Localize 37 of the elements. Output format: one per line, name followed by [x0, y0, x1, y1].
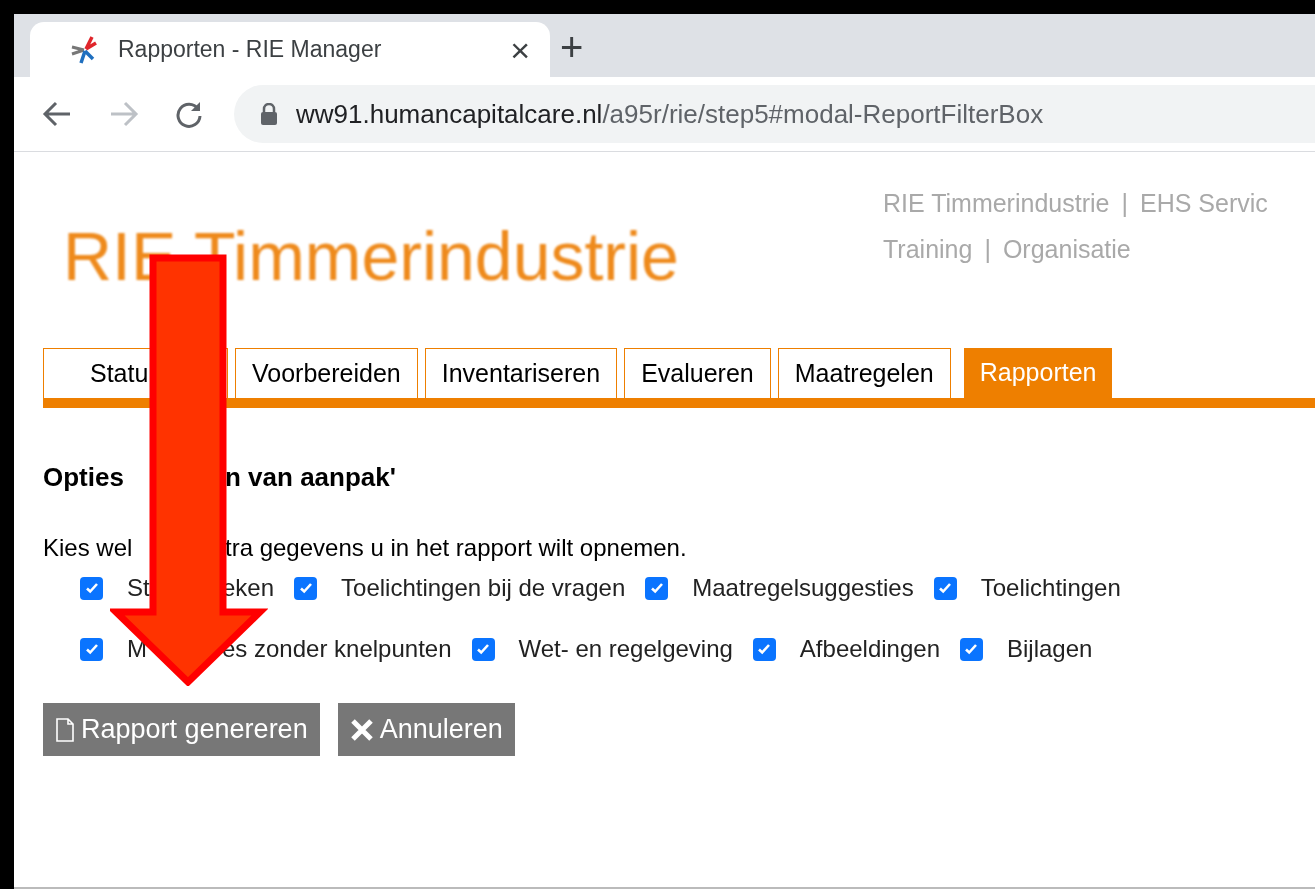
url-path: /a95r/rie/step5#modal-ReportFilterBox	[602, 98, 1044, 129]
option-label: Afbeeldingen	[799, 634, 940, 664]
section-heading: n van aanpak'	[225, 461, 396, 494]
checkbox[interactable]	[80, 637, 103, 661]
close-icon	[349, 717, 374, 742]
checkbox[interactable]	[933, 576, 957, 600]
cancel-button[interactable]: Annuleren	[337, 703, 515, 756]
option-label: Bijlagen	[1007, 634, 1093, 664]
instruction-text: Kies wel	[43, 534, 133, 561]
generate-report-button[interactable]: Rapport genereren	[43, 703, 320, 756]
checkbox[interactable]	[752, 637, 776, 661]
checkbox[interactable]	[80, 576, 103, 600]
checkbox[interactable]	[645, 576, 669, 600]
section-heading: Opties	[43, 462, 124, 492]
link-separator: |	[1121, 188, 1128, 219]
link-separator: |	[984, 233, 991, 265]
option-label: Toelichtingen	[980, 573, 1121, 603]
checkbox[interactable]	[294, 576, 318, 600]
tab-close-button[interactable]: ×	[510, 32, 530, 67]
back-icon[interactable]	[42, 101, 72, 127]
document-icon	[55, 717, 75, 742]
lock-icon	[260, 103, 278, 125]
nav-tab[interactable]: Inventariseren	[424, 348, 618, 398]
checkbox[interactable]	[471, 637, 495, 661]
tab-title: Rapporten - RIE Manager	[118, 35, 383, 65]
checkbox[interactable]	[960, 637, 983, 661]
nav-tab[interactable]: Voorbereiden	[235, 348, 418, 398]
option-label: Toelichtingen bij de vragen	[341, 573, 626, 603]
nav-tab[interactable]: Maatregelen	[777, 348, 951, 398]
browser-tab[interactable]: Rapporten - RIE Manager ×	[30, 22, 550, 77]
instruction-text: tra gegevens u in het rapport wilt opnemen.	[225, 533, 687, 563]
url-host: ww91.humancapitalcare.nl	[296, 98, 603, 129]
nav-tab[interactable]: Evalueren	[624, 348, 771, 398]
option-label: Maatregelsuggesties	[692, 573, 914, 603]
address-bar[interactable]: ww91.humancapitalcare.nl/a95r/rie/step5#modal-ReportFilterBox	[234, 85, 1315, 143]
option-label: Wet- en regelgeving	[518, 634, 733, 664]
new-tab-button[interactable]: +	[560, 27, 584, 67]
